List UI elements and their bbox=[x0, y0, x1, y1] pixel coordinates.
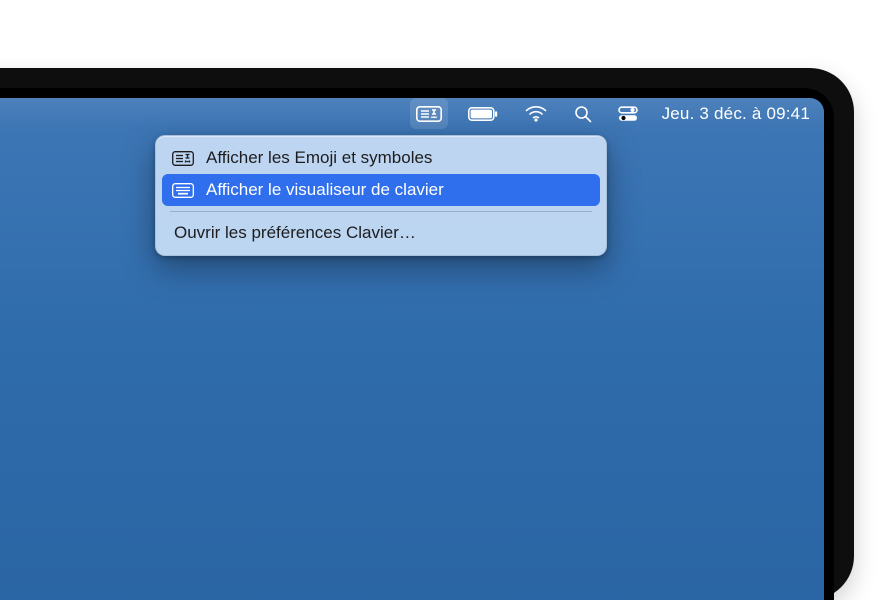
control-center-icon bbox=[618, 106, 638, 122]
menu-item-show-keyboard-viewer[interactable]: Afficher le visualiseur de clavier bbox=[162, 174, 600, 206]
menubar-clock[interactable]: Jeu. 3 déc. à 09:41 bbox=[658, 98, 814, 129]
control-center-status-item[interactable] bbox=[612, 98, 644, 129]
desktop: Jeu. 3 déc. à 09:41 bbox=[0, 98, 824, 600]
menu-item-open-keyboard-prefs[interactable]: Ouvrir les préférences Clavier… bbox=[162, 217, 600, 249]
laptop-bezel-inner: Jeu. 3 déc. à 09:41 bbox=[0, 88, 834, 600]
input-menu-status-item[interactable] bbox=[410, 98, 448, 129]
menu-item-label: Ouvrir les préférences Clavier… bbox=[174, 223, 416, 243]
wifi-status-item[interactable] bbox=[518, 98, 554, 129]
character-viewer-icon bbox=[172, 151, 194, 166]
menubar: Jeu. 3 déc. à 09:41 bbox=[0, 98, 824, 129]
clock-text: Jeu. 3 déc. à 09:41 bbox=[662, 104, 810, 124]
battery-status-item[interactable] bbox=[462, 98, 504, 129]
menu-item-label: Afficher les Emoji et symboles bbox=[206, 148, 432, 168]
spotlight-status-item[interactable] bbox=[568, 98, 598, 129]
search-icon bbox=[574, 105, 592, 123]
keyboard-viewer-icon bbox=[172, 183, 194, 198]
menu-item-show-emoji[interactable]: Afficher les Emoji et symboles bbox=[162, 142, 600, 174]
input-menu-dropdown: Afficher les Emoji et symboles bbox=[155, 135, 607, 256]
menu-item-label: Afficher le visualiseur de clavier bbox=[206, 180, 444, 200]
battery-icon bbox=[468, 107, 498, 121]
laptop-bezel: Jeu. 3 déc. à 09:41 bbox=[0, 68, 854, 600]
input-menu-icon bbox=[416, 106, 442, 122]
wifi-icon bbox=[524, 105, 548, 122]
menu-separator bbox=[170, 211, 592, 212]
